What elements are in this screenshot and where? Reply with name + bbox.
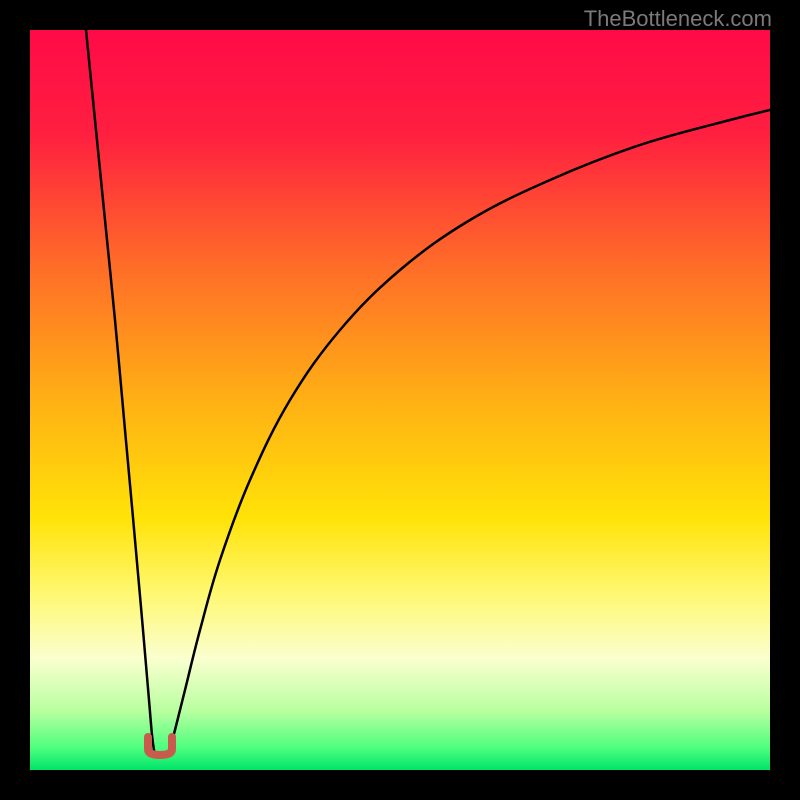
curve-left-branch — [86, 30, 155, 755]
watermark-text: TheBottleneck.com — [584, 6, 772, 32]
bottleneck-curve — [30, 30, 770, 770]
null-marker — [148, 737, 172, 755]
chart-root: TheBottleneck.com — [0, 0, 800, 800]
curve-right-branch — [167, 110, 770, 755]
